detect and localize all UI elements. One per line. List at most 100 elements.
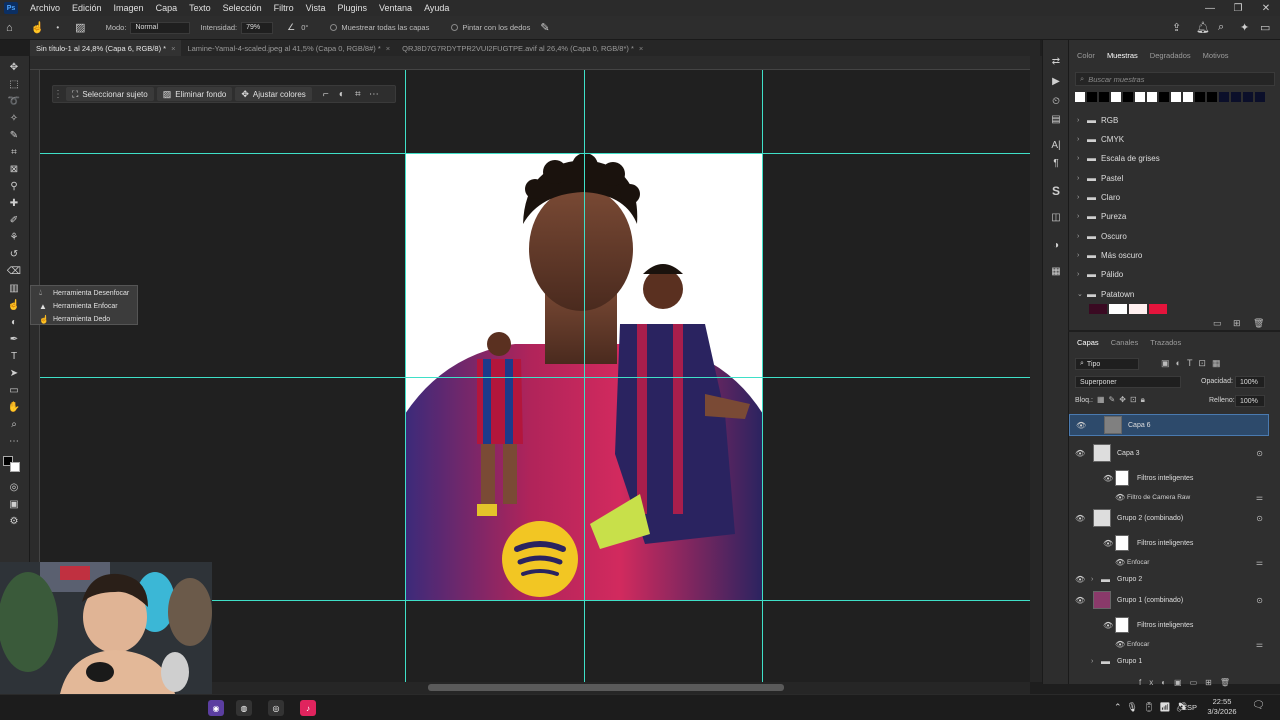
pressure-icon[interactable]: ✎ [540, 21, 549, 34]
tiktok-icon[interactable]: ♪ [300, 700, 316, 716]
guide-vertical[interactable] [584, 70, 585, 682]
clock[interactable]: 22:55 3/3/2026 [1202, 697, 1242, 717]
minimize-icon[interactable]: — [1196, 0, 1224, 16]
filter-options-icon[interactable]: ⚌ [1256, 558, 1263, 567]
lock-icons[interactable]: ▦✎✥⊡🔒︎ [1097, 395, 1149, 405]
language-indicator[interactable]: ESP [1182, 703, 1197, 712]
guide-vertical[interactable] [405, 70, 406, 682]
blur-tool-option[interactable]: 💧︎ Herramienta Desenfocar [31, 287, 137, 299]
home-icon[interactable]: ⌂ [6, 22, 13, 34]
shape-tool-icon[interactable]: ▭ [6, 383, 22, 397]
swatch-folder-mas-oscuro[interactable]: › ▬ Más oscuro [1077, 246, 1142, 264]
swatch-folder-claro[interactable]: › ▬ Claro [1077, 188, 1120, 206]
crop-icon[interactable]: ⌗ [350, 89, 366, 100]
visibility-eye-icon[interactable]: 👁︎ [1115, 493, 1125, 502]
tray-icons[interactable]: ⌃🎙︎🔋︎📶︎🔊︎ [1114, 702, 1192, 713]
marquee-tool-icon[interactable]: ⬚ [6, 77, 22, 91]
layer-grupo-1-combinado[interactable]: 👁︎ Grupo 1 (combinado) ⊙ [1069, 589, 1269, 611]
tab-muestras[interactable]: Muestras [1107, 51, 1138, 60]
swatch-folder-palido[interactable]: › ▬ Pálido [1077, 265, 1123, 283]
tab-color[interactable]: Color [1077, 51, 1095, 60]
swatch-folder-oscuro[interactable]: › ▬ Oscuro [1077, 227, 1127, 245]
sharpen-tool-option[interactable]: ▲ Herramienta Enfocar [31, 300, 137, 312]
layer-grupo-2[interactable]: 👁︎ › ▬ Grupo 2 [1069, 568, 1269, 590]
browser-icon[interactable]: ◍ [236, 700, 252, 716]
restore-icon[interactable]: ❐ [1224, 0, 1252, 16]
background-color-swatch[interactable] [10, 462, 20, 472]
swatch[interactable] [1255, 92, 1265, 102]
obs-icon[interactable]: ◎ [268, 700, 284, 716]
menu-capa[interactable]: Capa [150, 3, 184, 13]
notifications-icon[interactable]: 🔔︎ [1196, 21, 1210, 34]
history-brush-tool-icon[interactable]: ↺ [6, 247, 22, 261]
swatch-folder-rgb[interactable]: › ▬ RGB [1077, 111, 1118, 129]
swatch[interactable] [1087, 92, 1097, 102]
vertical-scrollbar[interactable] [1030, 56, 1042, 682]
move-tool-icon[interactable]: ✥ [6, 60, 22, 74]
new-group-icon[interactable]: ▭ [1213, 318, 1222, 329]
properties-icon[interactable]: ▦ [1049, 264, 1063, 278]
menu-texto[interactable]: Texto [183, 3, 217, 13]
intensity-field[interactable]: 79% [241, 21, 274, 34]
crop-tool-icon[interactable]: ⌗ [6, 145, 22, 159]
layer-smart-filters[interactable]: 👁︎ Filtros inteligentes [1069, 614, 1269, 636]
path-select-tool-icon[interactable]: ➤ [6, 366, 22, 380]
gradient-tool-icon[interactable]: ▥ [6, 281, 22, 295]
swatch[interactable] [1147, 92, 1157, 102]
close-tab-icon[interactable]: × [639, 44, 643, 53]
layer-capa-3[interactable]: 👁︎ Capa 3 ⊙ [1069, 442, 1269, 464]
layer-smart-filters[interactable]: 👁︎ Filtros inteligentes [1069, 467, 1269, 489]
more-options-icon[interactable]: ⋯ [366, 89, 382, 100]
filter-enfocar[interactable]: 👁︎ Enfocar ⚌ [1069, 556, 1269, 568]
swatch-folder-cmyk[interactable]: › ▬ CMYK [1077, 130, 1124, 148]
menu-archivo[interactable]: Archivo [24, 3, 66, 13]
panel-arrange-icon[interactable]: ⇄ [1049, 54, 1063, 68]
swatch[interactable] [1099, 92, 1109, 102]
visibility-eye-icon[interactable]: 👁︎ [1115, 640, 1125, 649]
swatch[interactable] [1243, 92, 1253, 102]
filter-camera-raw[interactable]: 👁︎ Filtro de Camera Raw ⚌ [1069, 491, 1269, 503]
close-icon[interactable]: ✕ [1252, 0, 1280, 16]
smudge-tool-option[interactable]: ☝ Herramienta Dedo [31, 313, 137, 325]
filter-enfocar[interactable]: 👁︎ Enfocar ⚌ [1069, 638, 1269, 650]
sample-all-checkbox[interactable]: Muestrear todas las capas [330, 23, 429, 32]
quick-select-tool-icon[interactable]: ✎ [6, 128, 22, 142]
swatch-folder-pastel[interactable]: › ▬ Pastel [1077, 169, 1123, 187]
angle-field[interactable]: 0° [301, 23, 308, 32]
hand-tool-icon[interactable]: ✋ [6, 400, 22, 414]
swatch[interactable] [1123, 92, 1133, 102]
swatch[interactable] [1109, 304, 1127, 314]
opacity-field[interactable]: 100% [1235, 376, 1265, 388]
remove-background-button[interactable]: ▨ Eliminar fondo [156, 87, 233, 101]
swatch[interactable] [1183, 92, 1193, 102]
screen-mode-icon[interactable]: ▣ [6, 497, 22, 511]
swatch[interactable] [1159, 92, 1169, 102]
layer-filter-select[interactable]: ⌕ Tipo [1075, 358, 1139, 370]
quick-mask-icon[interactable]: ◎ [6, 480, 22, 494]
guide-vertical[interactable] [762, 70, 763, 682]
lasso-tool-icon[interactable]: ➰ [6, 94, 22, 108]
swatch[interactable] [1149, 304, 1167, 314]
tab-canales[interactable]: Canales [1111, 338, 1139, 347]
visibility-eye-icon[interactable]: 👁︎ [1076, 421, 1086, 430]
zoom-tool-icon[interactable]: ⌕ [6, 417, 22, 431]
chevron-right-icon[interactable]: › [1091, 576, 1093, 583]
tab-capas[interactable]: Capas [1077, 338, 1099, 347]
menu-filtro[interactable]: Filtro [268, 3, 300, 13]
search-swatches-input[interactable]: ⌕ Buscar muestras [1075, 72, 1275, 86]
filter-options-icon[interactable]: ⚌ [1256, 493, 1263, 502]
eyedropper-tool-icon[interactable]: ⚲ [6, 179, 22, 193]
swatch[interactable] [1231, 92, 1241, 102]
brush-size-icon[interactable]: • [56, 23, 59, 32]
frame-tool-icon[interactable]: ⊠ [6, 162, 22, 176]
finger-paint-checkbox[interactable]: Pintar con los dedos [451, 23, 530, 32]
visibility-eye-icon[interactable]: 👁︎ [1075, 514, 1085, 523]
menu-edicion[interactable]: Edición [66, 3, 108, 13]
smudge-tool-preset-icon[interactable]: ☝ [31, 21, 45, 34]
smudge-tool-icon[interactable]: ☝ [6, 298, 22, 312]
tab-motivos[interactable]: Motivos [1203, 51, 1229, 60]
visibility-eye-icon[interactable]: 👁︎ [1075, 575, 1085, 584]
swatch[interactable] [1089, 304, 1107, 314]
swatch-folder-grayscale[interactable]: › ▬ Escala de grises [1077, 149, 1160, 167]
swatch[interactable] [1207, 92, 1217, 102]
